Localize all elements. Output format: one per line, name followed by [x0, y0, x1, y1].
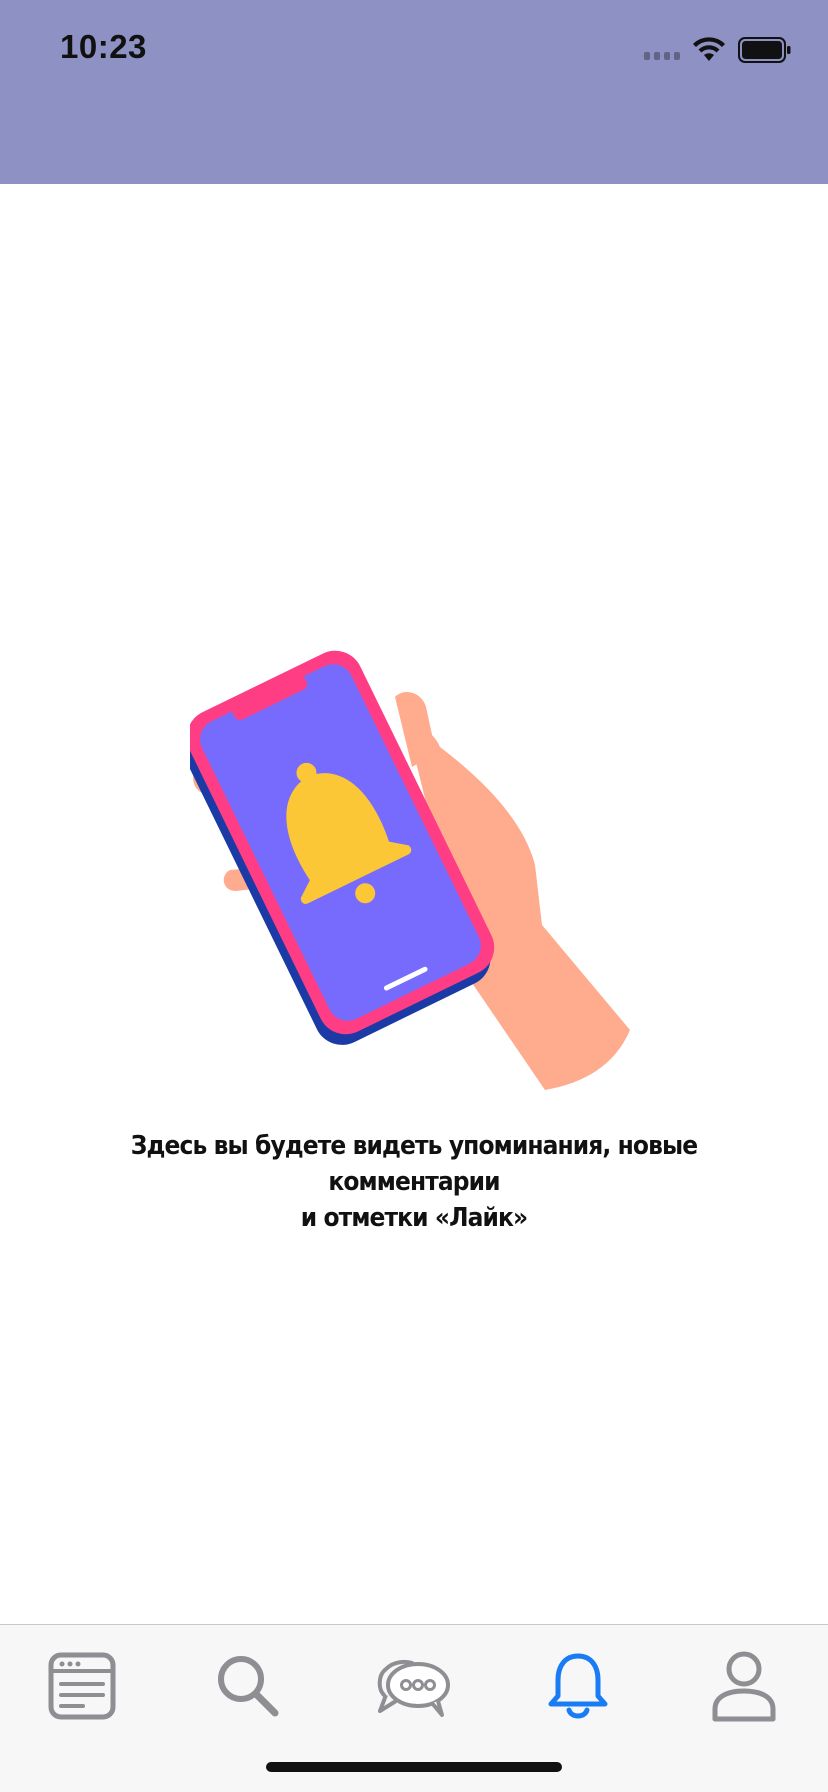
profile-icon [712, 1651, 776, 1722]
cellular-signal-icon [644, 40, 680, 60]
tab-messages[interactable] [369, 1641, 459, 1731]
status-icons [644, 36, 792, 64]
tab-profile[interactable] [699, 1641, 789, 1731]
tab-notifications[interactable] [533, 1641, 623, 1731]
empty-state-message: Здесь вы будете видеть упоминания, новые… [77, 1128, 750, 1236]
battery-icon [738, 37, 791, 63]
empty-state-message-line-1: Здесь вы будете видеть упоминания, новые… [130, 1131, 698, 1197]
bell-icon [548, 1653, 608, 1719]
chat-bubbles-icon [377, 1659, 450, 1717]
top-header: 10:23 [0, 0, 828, 184]
tab-search[interactable] [203, 1641, 293, 1731]
empty-state-message-line-2: и отметки «Лайк» [300, 1203, 528, 1233]
home-indicator[interactable] [266, 1762, 562, 1772]
status-time: 10:23 [60, 28, 147, 65]
feed-icon [48, 1652, 116, 1720]
wifi-icon [693, 37, 725, 61]
hand-holding-phone-with-bell-illustration [190, 650, 630, 1090]
search-icon [218, 1656, 279, 1717]
notifications-screen: 10:23 Здесь вы будете видеть упоминания,… [0, 0, 828, 1792]
tab-feed[interactable] [37, 1641, 127, 1731]
